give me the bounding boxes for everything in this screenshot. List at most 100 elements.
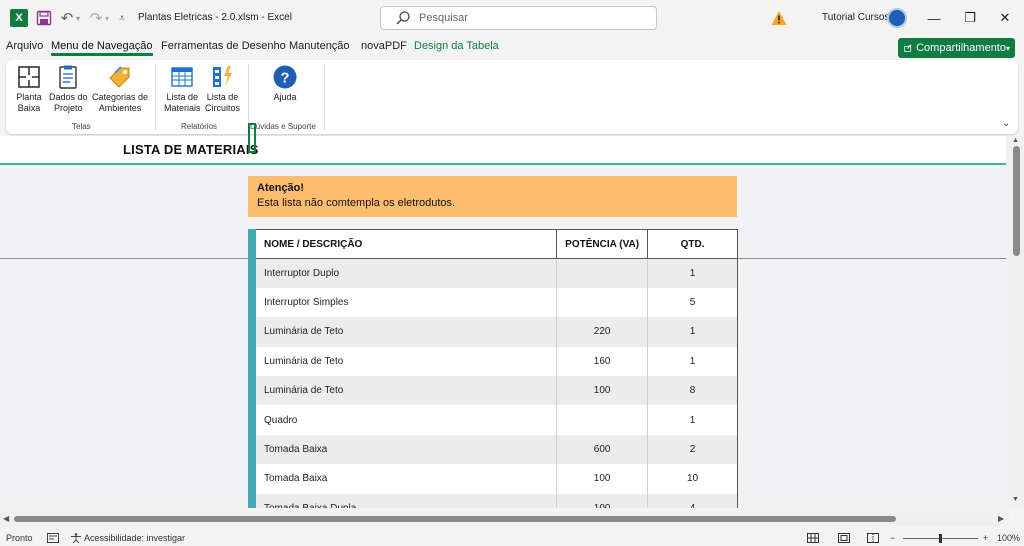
table-row: Luminária de Teto 100 8: [256, 376, 738, 406]
group-separator: [248, 64, 249, 130]
close-button[interactable]: ✕: [986, 0, 1024, 36]
tab-ferramentas-de-desenho[interactable]: Ferramentas de Desenho: [161, 40, 286, 52]
lista-de-circuitos-button[interactable]: Lista de Circuitos: [205, 64, 240, 114]
account-name[interactable]: Tutorial Cursos: [822, 12, 889, 23]
circuit-icon: [212, 66, 232, 87]
zoom-level[interactable]: 100%: [997, 533, 1020, 543]
materials-table: NOME / DESCRIÇÃO POTÊNCIA (VA) QTD. Inte…: [248, 229, 738, 508]
vertical-scroll-thumb[interactable]: [1013, 146, 1020, 256]
zoom-in-icon[interactable]: +: [983, 533, 988, 543]
categorias-de-ambientes-label: Categorias de Ambientes: [92, 92, 149, 113]
cell-nome[interactable]: Luminária de Teto: [256, 376, 557, 406]
cell-potencia[interactable]: 100: [556, 376, 648, 406]
customize-toolbar-icon[interactable]: ⩡: [116, 9, 128, 27]
accessibility-icon[interactable]: [70, 533, 82, 543]
cell-qtd[interactable]: 5: [647, 287, 738, 318]
tab-menu-de-navegacao[interactable]: Menu de Navegação: [51, 40, 153, 56]
cell-qtd[interactable]: 2: [647, 434, 738, 465]
tab-design-da-tabela[interactable]: Design da Tabela: [414, 40, 499, 52]
cell-qtd[interactable]: 1: [647, 405, 738, 435]
lista-de-materiais-button[interactable]: Lista de Materiais: [164, 64, 201, 114]
cell-nome[interactable]: Interruptor Duplo: [256, 258, 557, 288]
macro-record-icon[interactable]: [47, 533, 59, 543]
cell-qtd[interactable]: 1: [647, 258, 738, 288]
scroll-left-icon[interactable]: ◀: [3, 514, 9, 523]
cell-qtd[interactable]: 8: [647, 376, 738, 406]
clipboard-icon: [59, 65, 77, 89]
avatar[interactable]: [887, 8, 907, 28]
share-icon: [904, 44, 912, 52]
ribbon-panel: Planta Baixa Dados do Projeto Categorias…: [6, 60, 1018, 134]
planta-baixa-button[interactable]: Planta Baixa: [16, 64, 42, 114]
floor-plan-icon: [18, 66, 40, 88]
excel-logo-icon: X: [10, 9, 28, 27]
scroll-right-icon[interactable]: ▶: [998, 514, 1004, 523]
normal-view-icon[interactable]: [807, 533, 819, 543]
page-break-preview-icon[interactable]: [867, 533, 879, 543]
categorias-de-ambientes-button[interactable]: Categorias de Ambientes: [92, 64, 148, 114]
chevron-down-icon: ▾: [1005, 43, 1010, 53]
cell-nome[interactable]: Luminária de Teto: [256, 317, 557, 347]
materials-table-grid: NOME / DESCRIÇÃO POTÊNCIA (VA) QTD. Inte…: [256, 229, 738, 508]
cell-nome[interactable]: Luminária de Teto: [256, 346, 557, 377]
scroll-up-icon[interactable]: ▲: [1012, 137, 1019, 144]
active-cell-selection[interactable]: [248, 123, 256, 153]
page-layout-icon[interactable]: [838, 533, 850, 543]
cell-nome[interactable]: Quadro: [256, 405, 557, 435]
search-box[interactable]: [380, 6, 657, 30]
cell-nome[interactable]: Tomada Baixa Dupla: [256, 493, 557, 508]
cell-potencia[interactable]: [556, 287, 648, 318]
horizontal-scroll-thumb[interactable]: [14, 516, 896, 522]
cell-nome[interactable]: Interruptor Simples: [256, 287, 557, 318]
column-header-qtd[interactable]: QTD.: [647, 229, 738, 259]
warning-icon[interactable]: [771, 10, 787, 26]
collapse-ribbon-icon[interactable]: ⌄: [1002, 118, 1010, 129]
group-label-telas: Telas: [72, 122, 91, 131]
column-header-nome[interactable]: NOME / DESCRIÇÃO: [256, 229, 557, 259]
restore-button[interactable]: ❐: [950, 0, 990, 36]
table-row: Tomada Baixa 600 2: [256, 434, 738, 465]
ajuda-button[interactable]: ? Ajuda: [272, 64, 298, 103]
cell-nome[interactable]: Tomada Baixa: [256, 464, 557, 494]
undo-dropdown-icon[interactable]: ▾: [73, 9, 83, 27]
minimize-button[interactable]: —: [914, 0, 954, 36]
cell-potencia[interactable]: 220: [556, 317, 648, 347]
cell-potencia[interactable]: 160: [556, 346, 648, 377]
dados-do-projeto-button[interactable]: Dados do Projeto: [49, 64, 88, 114]
table-row: Tomada Baixa 100 10: [256, 464, 738, 494]
zoom-slider-thumb[interactable]: [939, 534, 942, 543]
table-row: Quadro 1: [256, 405, 738, 435]
cell-qtd[interactable]: 10: [647, 464, 738, 494]
search-input[interactable]: [419, 12, 619, 24]
tab-manutencao[interactable]: Manutenção: [289, 40, 350, 52]
excel-window: X ↶ ▾ ↷ ▾ ⩡ Plantas Eletricas - 2.0.xlsm…: [0, 0, 1024, 546]
share-button[interactable]: Compartilhamento ▾: [898, 38, 1015, 58]
alert-title: Atenção!: [257, 182, 305, 194]
zoom-out-icon[interactable]: −: [890, 533, 895, 543]
cell-qtd[interactable]: 1: [647, 346, 738, 377]
worksheet[interactable]: LISTA DE MATERIAIS Atenção! Esta lista n…: [0, 136, 1009, 508]
cell-potencia[interactable]: 600: [556, 434, 648, 465]
cell-potencia[interactable]: [556, 405, 648, 435]
cell-nome[interactable]: Tomada Baixa: [256, 434, 557, 465]
cell-qtd[interactable]: 4: [647, 493, 738, 508]
redo-dropdown-icon[interactable]: ▾: [102, 9, 112, 27]
lista-de-circuitos-label: Lista de Circuitos: [205, 92, 241, 113]
tab-arquivo[interactable]: Arquivo: [6, 40, 43, 52]
help-icon: ?: [273, 65, 297, 89]
header-divider: [0, 163, 1006, 165]
cell-potencia[interactable]: [556, 258, 648, 288]
table-list-icon: [171, 67, 193, 87]
svg-text:?: ?: [280, 70, 289, 87]
freeze-pane-line: [0, 258, 248, 259]
cell-qtd[interactable]: 1: [647, 317, 738, 347]
horizontal-scrollbar[interactable]: ◀ ▶: [0, 512, 1009, 526]
tab-novapdf[interactable]: novaPDF: [361, 40, 407, 52]
cell-potencia[interactable]: 100: [556, 464, 648, 494]
scroll-down-icon[interactable]: ▼: [1012, 496, 1019, 503]
save-icon[interactable]: [35, 9, 53, 27]
accessibility-status[interactable]: Acessibilidade: investigar: [84, 533, 185, 543]
column-header-potencia[interactable]: POTÊNCIA (VA): [556, 229, 648, 259]
vertical-scrollbar[interactable]: ▲ ▼: [1009, 136, 1024, 508]
cell-potencia[interactable]: 100: [556, 493, 648, 508]
